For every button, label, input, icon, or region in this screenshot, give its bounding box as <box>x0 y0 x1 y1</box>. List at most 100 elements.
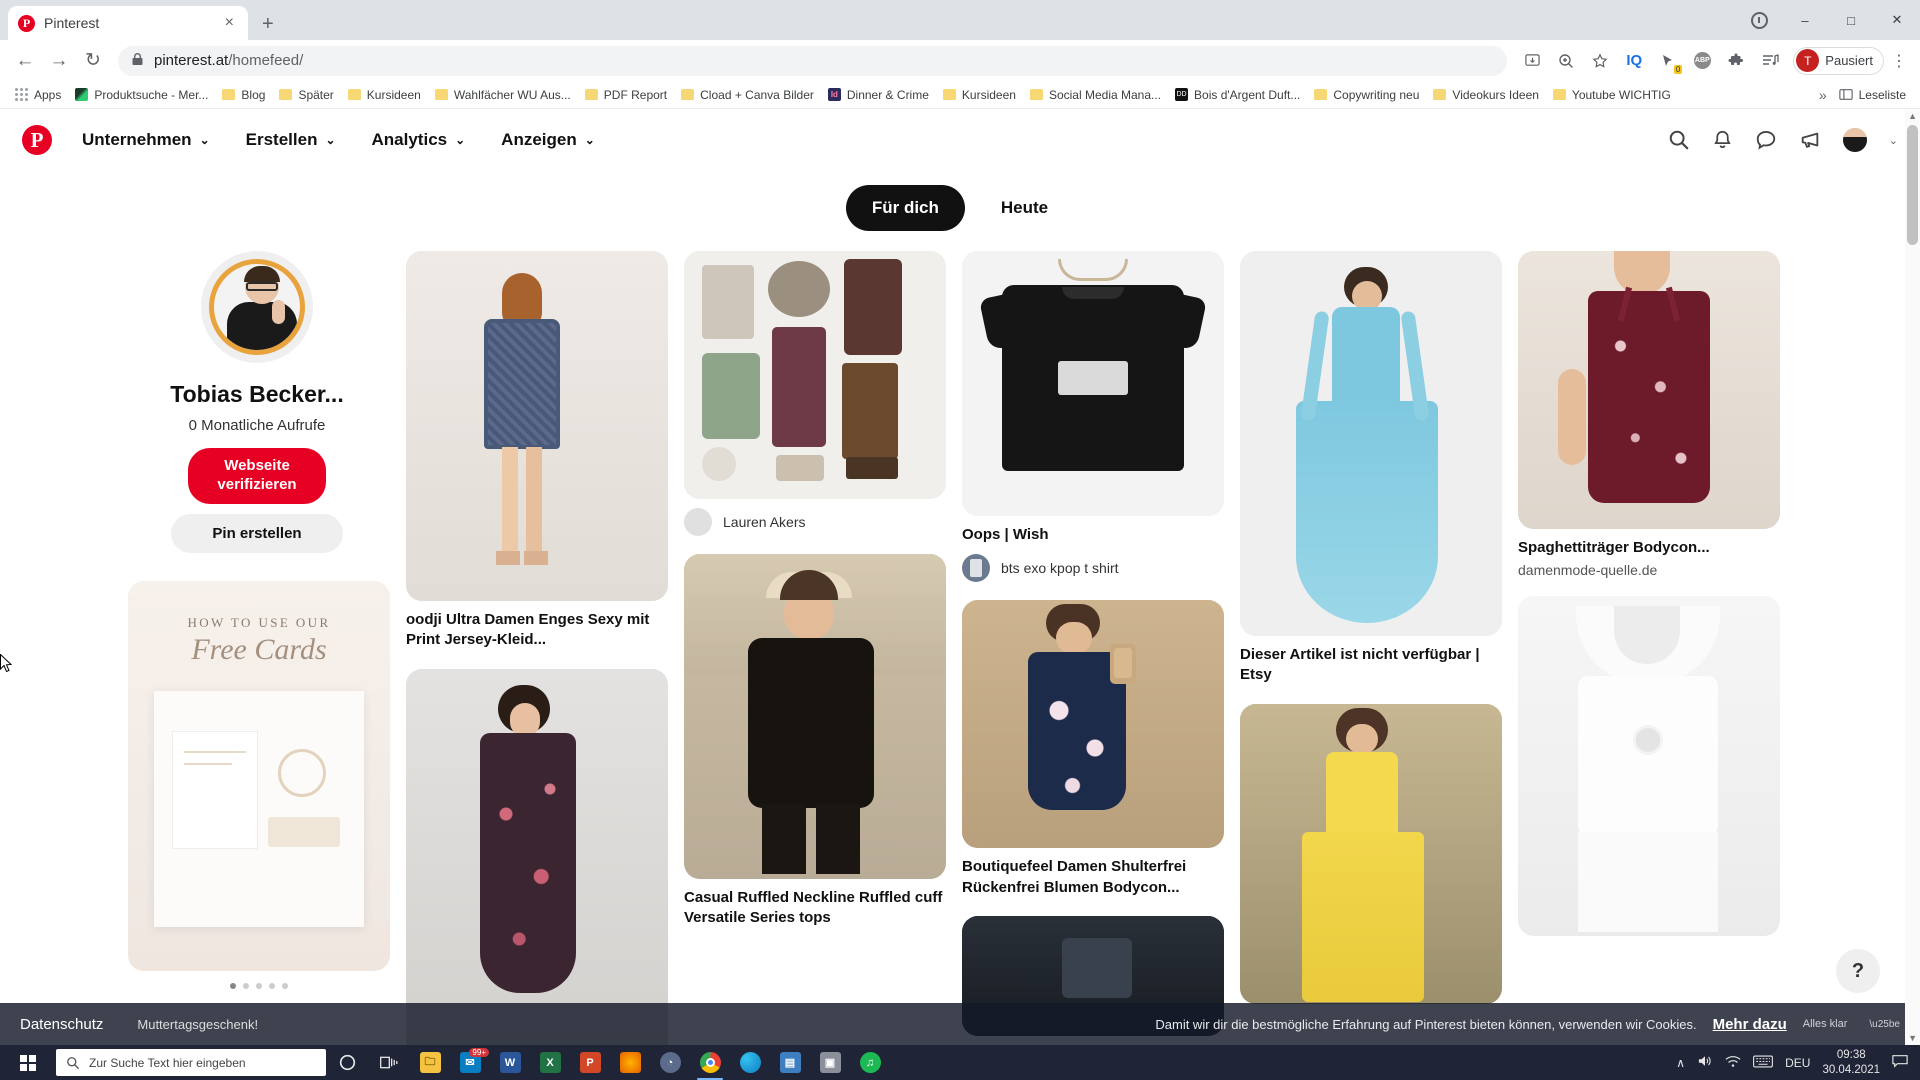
taskbar-app-chrome[interactable] <box>690 1045 730 1080</box>
close-tab-icon[interactable]: × <box>221 13 238 33</box>
bookmark-kursideen-2[interactable]: Kursideen <box>936 85 1023 105</box>
pin-image-lauren-akers[interactable] <box>684 251 946 499</box>
pin-image-yellow-dress[interactable] <box>1240 703 1502 1004</box>
pin-image-oodji[interactable] <box>406 251 668 601</box>
taskbar-app-mail[interactable]: ✉ 99+ <box>450 1045 490 1080</box>
taskbar-app-photos[interactable]: ▣ <box>810 1045 850 1080</box>
pin-title[interactable]: Boutiquefeel Damen Shulterfrei Rückenfre… <box>962 857 1224 898</box>
pin-card[interactable]: Boutiquefeel Damen Shulterfrei Rückenfre… <box>962 600 1224 898</box>
forward-button[interactable]: → <box>44 46 74 76</box>
bookmark-kursideen-1[interactable]: Kursideen <box>341 85 428 105</box>
scrollbar-thumb[interactable] <box>1907 125 1918 245</box>
task-view-icon[interactable] <box>368 1045 410 1080</box>
nav-item-erstellen[interactable]: Erstellen ⌄ <box>230 120 352 160</box>
announcements-megaphone-icon[interactable] <box>1799 129 1821 151</box>
search-icon[interactable] <box>1668 129 1690 151</box>
reading-list-button[interactable]: Leseliste <box>1838 88 1906 102</box>
pinterest-logo[interactable]: P <box>22 125 52 155</box>
extension-pinterest-save-icon[interactable]: 0 <box>1653 46 1683 76</box>
pin-image-white-dress[interactable] <box>1518 596 1780 937</box>
pin-source-row[interactable]: bts exo kpop t shirt <box>962 554 1224 583</box>
help-button[interactable]: ? <box>1836 949 1880 993</box>
pin-image-spaghettitraeger[interactable] <box>1518 251 1780 529</box>
chevron-down-icon[interactable]: \u25be <box>1869 1019 1900 1030</box>
bookmark-dinner-crime[interactable]: Id Dinner & Crime <box>821 85 936 105</box>
nav-item-analytics[interactable]: Analytics ⌄ <box>356 120 482 160</box>
reload-button[interactable]: ↻ <box>78 46 108 76</box>
update-icon[interactable] <box>1736 3 1782 37</box>
notification-icon[interactable] <box>1892 1054 1908 1071</box>
bookmark-youtube-wichtig[interactable]: Youtube WICHTIG <box>1546 85 1678 105</box>
taskbar-app-word[interactable]: W <box>490 1045 530 1080</box>
tab-fuer-dich[interactable]: Für dich <box>845 185 965 231</box>
cookie-accept-button[interactable]: Alles klar <box>1803 1018 1848 1030</box>
bookmark-pdf-report[interactable]: PDF Report <box>578 85 674 105</box>
bookmark-apps[interactable]: Apps <box>8 85 68 105</box>
bookmark-spaeter[interactable]: Später <box>272 85 340 105</box>
new-tab-button[interactable]: + <box>262 14 274 34</box>
bookmark-wahlfaecher[interactable]: Wahlfächer WU Aus... <box>428 85 578 105</box>
pin-image-free-cards[interactable]: HOW TO USE OUR Free Cards <box>128 581 390 971</box>
maximize-button[interactable]: □ <box>1828 3 1874 37</box>
taskbar-app-edge[interactable] <box>730 1045 770 1080</box>
cookie-more-link[interactable]: Mehr dazu <box>1713 1016 1787 1033</box>
pin-title[interactable]: Casual Ruffled Neckline Ruffled cuff Ver… <box>684 888 946 929</box>
taskbar-search-input[interactable]: Zur Suche Text hier eingeben <box>56 1049 326 1076</box>
pin-card[interactable]: HOW TO USE OUR Free Cards <box>128 581 390 989</box>
taskbar-app-powerpoint[interactable]: P <box>570 1045 610 1080</box>
pin-image-etsy-blue-dress[interactable] <box>1240 251 1502 636</box>
pin-image-floral-maxi[interactable] <box>406 668 668 1045</box>
pin-card[interactable]: Casual Ruffled Neckline Ruffled cuff Ver… <box>684 554 946 929</box>
notifications-bell-icon[interactable] <box>1712 129 1733 151</box>
chrome-profile-button[interactable]: T Pausiert <box>1793 46 1884 75</box>
pin-image-oops-wish[interactable] <box>962 251 1224 516</box>
language-indicator[interactable]: DEU <box>1785 1056 1810 1070</box>
pin-card[interactable] <box>406 668 668 1045</box>
messages-icon[interactable] <box>1755 129 1777 151</box>
tab-heute[interactable]: Heute <box>975 185 1074 231</box>
extensions-puzzle-icon[interactable] <box>1721 46 1751 76</box>
bookmark-social-media[interactable]: Social Media Mana... <box>1023 85 1168 105</box>
minimize-button[interactable]: – <box>1782 3 1828 37</box>
wifi-icon[interactable] <box>1725 1055 1741 1071</box>
cortana-icon[interactable] <box>326 1045 368 1080</box>
keyboard-icon[interactable] <box>1753 1055 1774 1071</box>
pin-card[interactable]: Lauren Akers <box>684 251 946 536</box>
bookmarks-overflow-icon[interactable]: » <box>1819 87 1827 103</box>
browser-tab-pinterest[interactable]: P Pinterest × <box>8 6 248 40</box>
pin-title[interactable]: oodji Ultra Damen Enges Sexy mit Print J… <box>406 610 668 651</box>
privacy-link[interactable]: Datenschutz <box>20 1016 103 1033</box>
carousel-dots[interactable] <box>128 983 390 989</box>
scroll-down-arrow[interactable]: ▼ <box>1908 1033 1917 1043</box>
zoom-icon[interactable] <box>1551 46 1581 76</box>
nav-item-unternehmen[interactable]: Unternehmen ⌄ <box>66 120 226 160</box>
extension-playlist-icon[interactable] <box>1755 46 1785 76</box>
taskbar-app-spotify[interactable]: ♫ <box>850 1045 890 1080</box>
bookmark-bois-dargent[interactable]: DD Bois d'Argent Duft... <box>1168 85 1307 105</box>
taskbar-app-file-explorer[interactable]: 🗀 <box>410 1045 450 1080</box>
pin-card[interactable]: Dieser Artikel ist nicht verfügbar | Ets… <box>1240 251 1502 686</box>
install-app-icon[interactable] <box>1517 46 1547 76</box>
address-bar[interactable]: pinterest.at/homefeed/ <box>118 45 1508 76</box>
pin-author-row[interactable]: Lauren Akers <box>684 508 946 536</box>
pin-image-boutiquefeel[interactable] <box>962 600 1224 849</box>
pin-title[interactable]: Dieser Artikel ist nicht verfügbar | Ets… <box>1240 645 1502 686</box>
pin-card[interactable]: Spaghettiträger Bodycon... damenmode-que… <box>1518 251 1780 578</box>
clock[interactable]: 09:38 30.04.2021 <box>1822 1048 1880 1077</box>
extension-iq-icon[interactable]: IQ <box>1619 46 1649 76</box>
pin-title[interactable]: Oops | Wish <box>962 525 1224 545</box>
start-button[interactable] <box>4 1045 52 1080</box>
back-button[interactable]: ← <box>10 46 40 76</box>
scroll-up-arrow[interactable]: ▲ <box>1908 111 1917 121</box>
bookmark-star-icon[interactable] <box>1585 46 1615 76</box>
bookmark-videokurs[interactable]: Videokurs Ideen <box>1426 85 1546 105</box>
pin-image-ruffled-tops[interactable] <box>684 554 946 879</box>
pin-title[interactable]: Spaghettiträger Bodycon... <box>1518 538 1780 558</box>
extension-adblock-icon[interactable]: ABP <box>1687 46 1717 76</box>
account-chevron-down-icon[interactable]: ⌄ <box>1889 134 1898 147</box>
pin-card[interactable] <box>1240 703 1502 1004</box>
taskbar-app-explorer-blue[interactable]: ▤ <box>770 1045 810 1080</box>
account-avatar[interactable] <box>1842 128 1867 152</box>
chrome-menu-button[interactable]: ⋮ <box>1888 51 1910 71</box>
bookmark-cload-canva[interactable]: Cload + Canva Bilder <box>674 85 821 105</box>
